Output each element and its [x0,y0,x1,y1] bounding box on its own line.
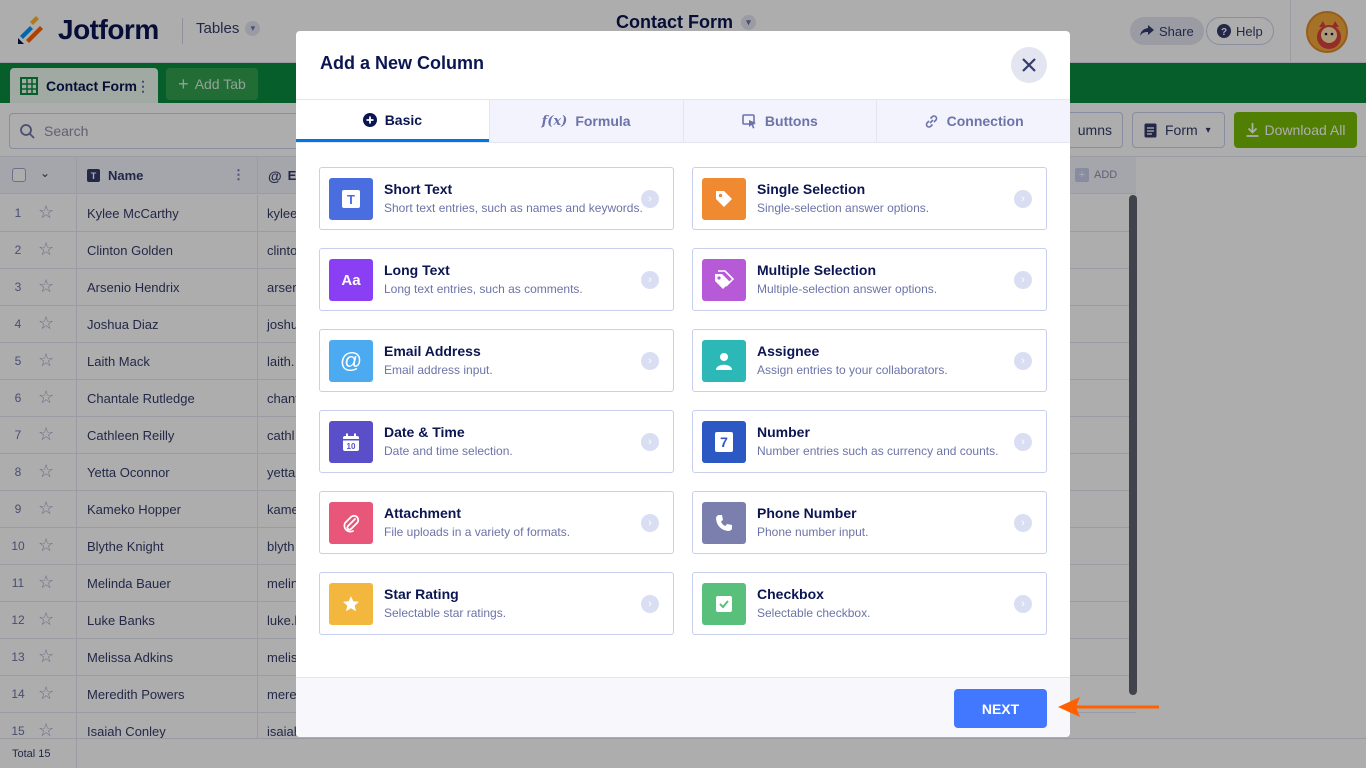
column-type-title: Multiple Selection [757,262,877,278]
tab-label: Connection [946,113,1024,129]
column-type-star-rating[interactable]: Star Rating Selectable star ratings. › [319,572,674,635]
column-type-desc: Selectable star ratings. [384,606,507,620]
tab-buttons[interactable]: Buttons [682,100,877,142]
column-type-title: Assignee [757,343,820,359]
tags-icon [702,259,746,301]
plus-circle-icon [362,112,377,127]
close-icon [1022,58,1036,72]
close-button[interactable] [1011,47,1047,83]
dialog-title: Add a New Column [320,53,485,73]
column-type-desc: Single-selection answer options. [757,201,930,215]
tab-label: Basic [384,111,423,128]
column-type-title: Attachment [384,505,462,521]
column-type-title: Short Text [384,181,453,197]
tab-connection[interactable]: Connection [876,100,1070,142]
chevron-right-icon: › [641,433,659,451]
at-icon: @ [329,340,373,382]
tab-label: Buttons [764,113,818,129]
annotation-arrow-icon [1058,697,1159,717]
column-type-long-text[interactable]: Aa Long Text Long text entries, such as … [319,248,674,311]
column-type-desc: Date and time selection. [384,444,513,458]
column-type-multiple-selection[interactable]: Multiple Selection Multiple-selection an… [692,248,1047,311]
chevron-right-icon: › [1014,352,1032,370]
add-column-dialog: Add a New Column Basic f(x) Formula Butt… [296,31,1070,737]
chevron-right-icon: › [641,190,659,208]
column-type-title: Phone Number [757,505,857,521]
person-icon [702,340,746,382]
tab-formula[interactable]: f(x) Formula [488,100,683,142]
chevron-right-icon: › [641,352,659,370]
number-icon: 7 [702,421,746,463]
column-type-checkbox[interactable]: Checkbox Selectable checkbox. › [692,572,1047,635]
next-button[interactable]: NEXT [954,689,1047,728]
chevron-right-icon: › [641,271,659,289]
column-type-desc: Selectable checkbox. [757,606,871,620]
function-icon: f(x) [541,113,568,129]
column-type-desc: Phone number input. [757,525,869,539]
column-type-desc: Multiple-selection answer options. [757,282,938,296]
svg-text:10: 10 [347,442,356,451]
chevron-right-icon: › [1014,190,1032,208]
paperclip-icon [329,502,373,544]
checkbox-icon [702,583,746,625]
column-type-short-text[interactable]: T Short Text Short text entries, such as… [319,167,674,230]
column-type-desc: Assign entries to your collaborators. [757,363,948,377]
column-category-tabs: Basic f(x) Formula Buttons Connection [296,99,1070,143]
column-type-title: Email Address [384,343,481,359]
column-type-title: Date & Time [384,424,465,440]
short-text-icon: T [329,178,373,220]
column-type-number[interactable]: 7 Number Number entries such as currency… [692,410,1047,473]
column-type-title: Number [757,424,810,440]
tag-icon [702,178,746,220]
chevron-right-icon: › [1014,595,1032,613]
column-type-title: Star Rating [384,586,459,602]
column-type-attachment[interactable]: Attachment File uploads in a variety of … [319,491,674,554]
column-type-phone-number[interactable]: Phone Number Phone number input. › [692,491,1047,554]
long-text-icon: Aa [329,259,373,301]
link-icon [925,114,937,128]
chevron-right-icon: › [1014,514,1032,532]
chevron-right-icon: › [641,514,659,532]
column-type-title: Long Text [384,262,450,278]
column-type-desc: Email address input. [384,363,493,377]
column-type-date-time[interactable]: 10 Date & Time Date and time selection. … [319,410,674,473]
dialog-footer: NEXT [296,677,1070,737]
column-type-desc: Number entries such as currency and coun… [757,444,999,458]
calendar-icon: 10 [329,421,373,463]
column-type-assignee[interactable]: Assignee Assign entries to your collabor… [692,329,1047,392]
chevron-right-icon: › [1014,433,1032,451]
cursor-button-icon [742,113,756,128]
star-icon [329,583,373,625]
column-type-single-selection[interactable]: Single Selection Single-selection answer… [692,167,1047,230]
column-type-desc: Short text entries, such as names and ke… [384,201,643,215]
chevron-right-icon: › [641,595,659,613]
tab-basic[interactable]: Basic [296,100,489,142]
phone-icon [702,502,746,544]
column-type-title: Single Selection [757,181,866,197]
chevron-right-icon: › [1014,271,1032,289]
column-type-email-address[interactable]: @ Email Address Email address input. › [319,329,674,392]
tab-label: Formula [575,113,631,129]
column-type-title: Checkbox [757,586,824,602]
column-type-desc: Long text entries, such as comments. [384,282,583,296]
column-type-desc: File uploads in a variety of formats. [384,525,571,539]
